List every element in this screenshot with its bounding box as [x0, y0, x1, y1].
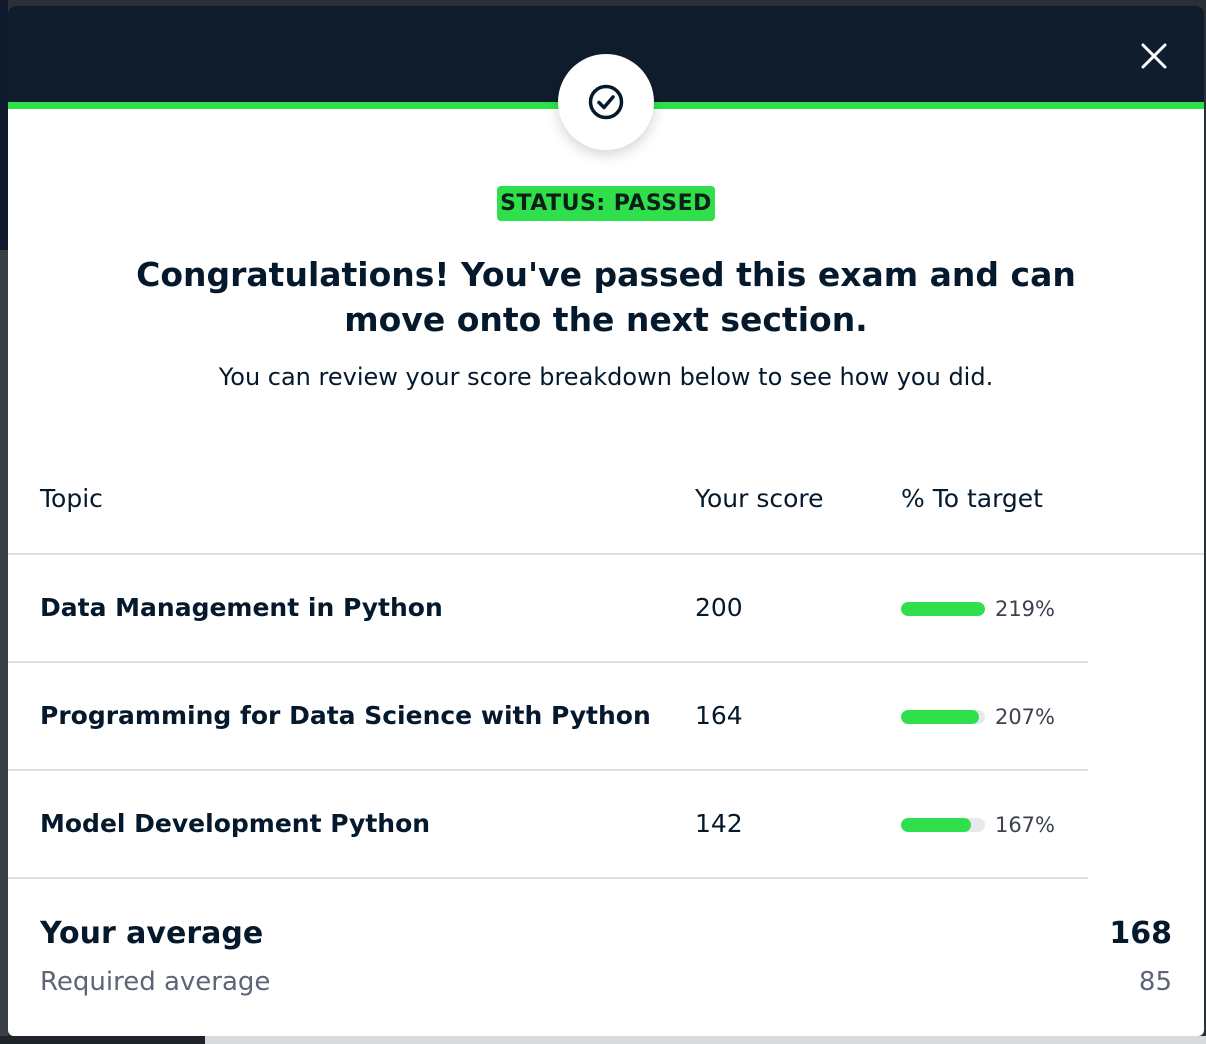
close-icon — [1141, 43, 1167, 69]
row-target-percent: 207% — [994, 705, 1055, 729]
row-divider — [8, 769, 1088, 771]
status-badge: STATUS: PASSED — [497, 186, 715, 221]
column-header-topic: Topic — [40, 484, 103, 513]
backdrop-bottom-panel — [205, 1036, 1206, 1044]
exam-result-modal: STATUS: PASSED Congratulations! You've p… — [8, 6, 1204, 1036]
close-button[interactable] — [1134, 36, 1174, 76]
your-average-label: Your average — [40, 916, 264, 951]
your-average-value: 168 — [1109, 916, 1172, 951]
check-circle-icon — [588, 84, 624, 120]
target-progress-bar — [901, 818, 985, 832]
target-progress-bar — [901, 710, 985, 724]
row-topic: Programming for Data Science with Python — [40, 701, 651, 730]
row-target-percent: 167% — [994, 813, 1055, 837]
status-icon-container — [558, 54, 654, 150]
row-score: 200 — [695, 593, 743, 622]
required-average-value: 85 — [1138, 967, 1172, 997]
row-divider — [8, 661, 1088, 663]
required-average-label: Required average — [40, 967, 271, 997]
row-topic: Data Management in Python — [40, 593, 443, 622]
column-header-score: Your score — [695, 484, 824, 513]
row-topic: Model Development Python — [40, 809, 431, 838]
row-target-percent: 219% — [994, 597, 1055, 621]
table-header-divider — [8, 553, 1204, 555]
row-score: 164 — [695, 701, 743, 730]
result-subline: You can review your score breakdown belo… — [218, 363, 994, 391]
column-header-target: % To target — [901, 484, 1043, 513]
target-progress-fill — [901, 602, 985, 616]
row-score: 142 — [695, 809, 743, 838]
row-divider — [8, 877, 1088, 879]
backdrop-strip — [0, 0, 8, 250]
result-headline: Congratulations! You've passed this exam… — [136, 255, 1076, 339]
target-progress-fill — [901, 710, 980, 724]
target-progress-fill — [901, 818, 971, 832]
target-progress-bar — [901, 602, 985, 616]
